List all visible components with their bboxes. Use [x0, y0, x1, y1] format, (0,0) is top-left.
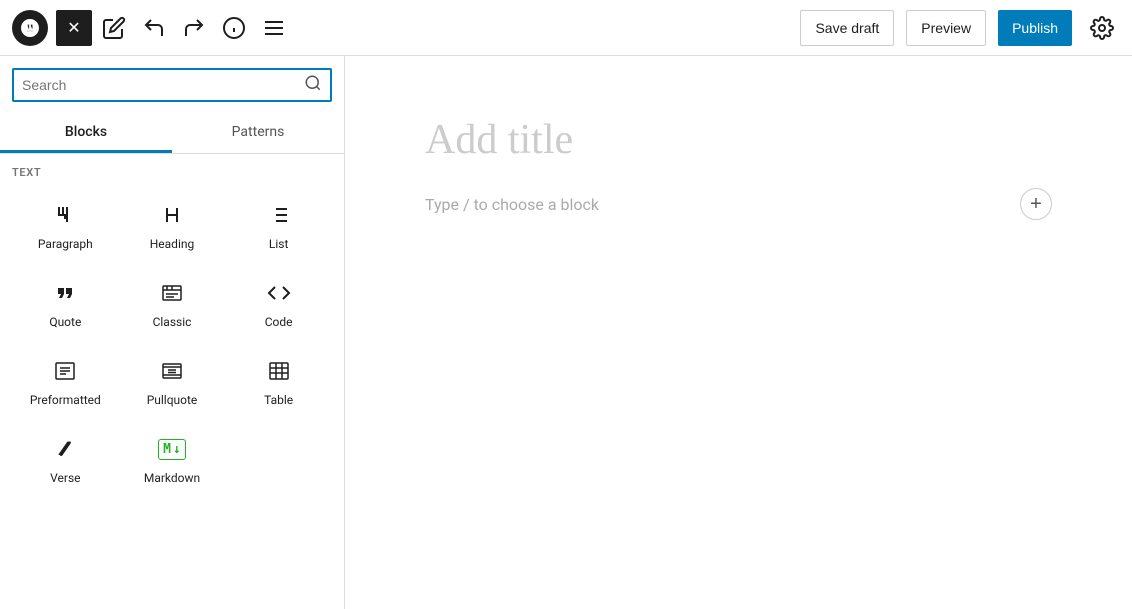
pullquote-icon	[160, 357, 184, 385]
code-icon	[267, 279, 291, 307]
markdown-icon: M ↓	[158, 435, 186, 463]
main-area: Blocks Patterns TEXT Paragraph	[0, 56, 1132, 609]
block-item-pullquote[interactable]: Pullquote	[119, 343, 226, 421]
block-label-list: List	[269, 237, 289, 251]
search-icon[interactable]	[304, 74, 322, 96]
search-area	[0, 56, 344, 102]
list-view-button[interactable]	[256, 10, 292, 46]
block-label-markdown: Markdown	[144, 471, 200, 485]
toolbar: W ✕ Save draft Prev	[0, 0, 1132, 56]
block-item-list[interactable]: List	[225, 187, 332, 265]
classic-icon	[160, 279, 184, 307]
block-label-classic: Classic	[153, 315, 192, 329]
svg-text:W: W	[25, 23, 35, 33]
block-label-heading: Heading	[150, 237, 195, 251]
blocks-grid: Paragraph Heading	[12, 187, 332, 499]
publish-button[interactable]: Publish	[998, 10, 1072, 46]
section-text-label: TEXT	[12, 154, 332, 187]
block-item-quote[interactable]: Quote	[12, 265, 119, 343]
edit-button[interactable]	[96, 10, 132, 46]
block-item-table[interactable]: Table	[225, 343, 332, 421]
redo-button[interactable]	[176, 10, 212, 46]
tab-blocks[interactable]: Blocks	[0, 114, 172, 153]
block-item-classic[interactable]: Classic	[119, 265, 226, 343]
list-icon	[267, 201, 291, 229]
sidebar: Blocks Patterns TEXT Paragraph	[0, 56, 345, 609]
quote-icon	[53, 279, 77, 307]
block-item-code[interactable]: Code	[225, 265, 332, 343]
close-button[interactable]: ✕	[56, 10, 92, 46]
settings-button[interactable]	[1084, 10, 1120, 46]
block-label-table: Table	[264, 393, 293, 407]
verse-icon	[53, 435, 77, 463]
paragraph-icon	[53, 201, 77, 229]
block-label-paragraph: Paragraph	[38, 237, 93, 251]
block-label-preformatted: Preformatted	[30, 393, 101, 407]
block-label-code: Code	[265, 315, 293, 329]
info-button[interactable]	[216, 10, 252, 46]
block-item-paragraph[interactable]: Paragraph	[12, 187, 119, 265]
tabs: Blocks Patterns	[0, 114, 344, 154]
table-icon	[267, 357, 291, 385]
editor-area: Add title Type / to choose a block +	[345, 56, 1132, 609]
block-label-pullquote: Pullquote	[147, 393, 198, 407]
add-block-button[interactable]: +	[1020, 188, 1052, 220]
undo-button[interactable]	[136, 10, 172, 46]
preformatted-icon	[53, 357, 77, 385]
save-draft-button[interactable]: Save draft	[800, 10, 894, 46]
tab-patterns[interactable]: Patterns	[172, 114, 344, 153]
block-item-heading[interactable]: Heading	[119, 187, 226, 265]
editor-prompt: Type / to choose a block	[425, 195, 599, 214]
block-item-preformatted[interactable]: Preformatted	[12, 343, 119, 421]
heading-icon	[160, 201, 184, 229]
search-box	[12, 68, 332, 102]
preview-button[interactable]: Preview	[906, 10, 986, 46]
block-item-verse[interactable]: Verse	[12, 421, 119, 499]
block-item-markdown[interactable]: M ↓ Markdown	[119, 421, 226, 499]
search-input[interactable]	[22, 77, 304, 93]
editor-title[interactable]: Add title	[425, 116, 1052, 164]
editor-body: Type / to choose a block +	[425, 188, 1052, 220]
wp-logo[interactable]: W	[12, 10, 48, 46]
block-label-verse: Verse	[50, 471, 80, 485]
block-label-quote: Quote	[49, 315, 81, 329]
block-list: TEXT Paragraph	[0, 154, 344, 609]
